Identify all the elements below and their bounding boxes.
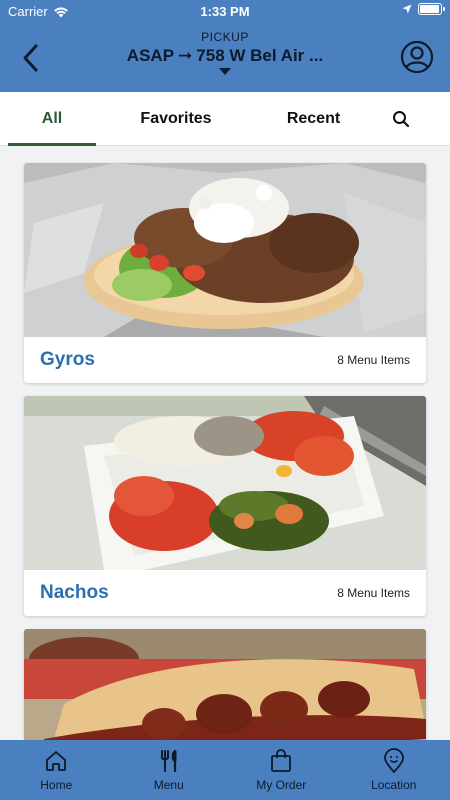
search-button[interactable] bbox=[371, 92, 431, 145]
category-card-subs[interactable] bbox=[24, 629, 426, 740]
status-bar: Carrier 1:33 PM bbox=[0, 0, 450, 22]
status-right bbox=[402, 3, 445, 15]
card-footer: Gyros 8 Menu Items bbox=[24, 337, 426, 383]
profile-button[interactable] bbox=[400, 40, 434, 74]
pickup-selector[interactable]: PICKUP ASAP ➞ 758 W Bel Air ... bbox=[90, 30, 360, 75]
nav-label-location: Location bbox=[371, 778, 417, 792]
app-header: Carrier 1:33 PM PICKUP ASAP ➞ 758 W Bel … bbox=[0, 0, 450, 92]
tab-recent[interactable]: Recent bbox=[256, 92, 371, 145]
nav-label-menu: Menu bbox=[153, 778, 184, 792]
menu-category-list: Gyros 8 Menu Items Nachos 8 Menu Items bbox=[0, 147, 450, 740]
item-count: 8 Menu Items bbox=[337, 353, 410, 367]
card-footer: Nachos 8 Menu Items bbox=[24, 570, 426, 616]
tab-all[interactable]: All bbox=[8, 92, 96, 146]
nav-my-order[interactable]: My Order bbox=[225, 740, 338, 800]
chevron-left-icon bbox=[23, 44, 38, 72]
shopping-bag-icon bbox=[271, 749, 292, 772]
item-count: 8 Menu Items bbox=[337, 586, 410, 600]
battery-level bbox=[420, 5, 439, 13]
arrow-icon: ➞ bbox=[178, 46, 193, 65]
battery-icon bbox=[418, 3, 445, 15]
category-card-nachos[interactable]: Nachos 8 Menu Items bbox=[24, 396, 426, 616]
pickup-address: 758 W Bel Air ... bbox=[196, 46, 324, 65]
pickup-time: ASAP bbox=[126, 46, 175, 65]
status-time: 1:33 PM bbox=[200, 4, 250, 19]
pickup-label: PICKUP bbox=[201, 30, 249, 44]
nav-label-home: Home bbox=[40, 778, 73, 792]
nav-menu[interactable]: Menu bbox=[113, 740, 226, 800]
category-title: Nachos bbox=[40, 582, 109, 603]
search-icon bbox=[393, 110, 410, 127]
location-pin-icon bbox=[383, 748, 404, 774]
location-arrow-icon bbox=[402, 4, 412, 14]
caret-down-icon bbox=[219, 68, 231, 75]
user-circle-icon bbox=[400, 40, 434, 74]
utensils-icon bbox=[160, 749, 177, 773]
category-tabs: All Favorites Recent bbox=[0, 92, 450, 146]
nav-home[interactable]: Home bbox=[0, 740, 113, 800]
nachos-image bbox=[24, 396, 426, 570]
gyros-image bbox=[24, 163, 426, 337]
bottom-nav: Home Menu My Order Location bbox=[0, 740, 450, 800]
home-icon bbox=[46, 751, 67, 771]
category-title: Gyros bbox=[40, 349, 95, 370]
nav-label-my-order: My Order bbox=[256, 778, 307, 792]
tab-favorites[interactable]: Favorites bbox=[96, 92, 256, 145]
back-button[interactable] bbox=[14, 38, 46, 78]
category-card-gyros[interactable]: Gyros 8 Menu Items bbox=[24, 163, 426, 383]
nav-location[interactable]: Location bbox=[338, 740, 450, 800]
pickup-address-line: ASAP ➞ 758 W Bel Air ... bbox=[90, 46, 360, 66]
subs-image bbox=[24, 629, 426, 740]
